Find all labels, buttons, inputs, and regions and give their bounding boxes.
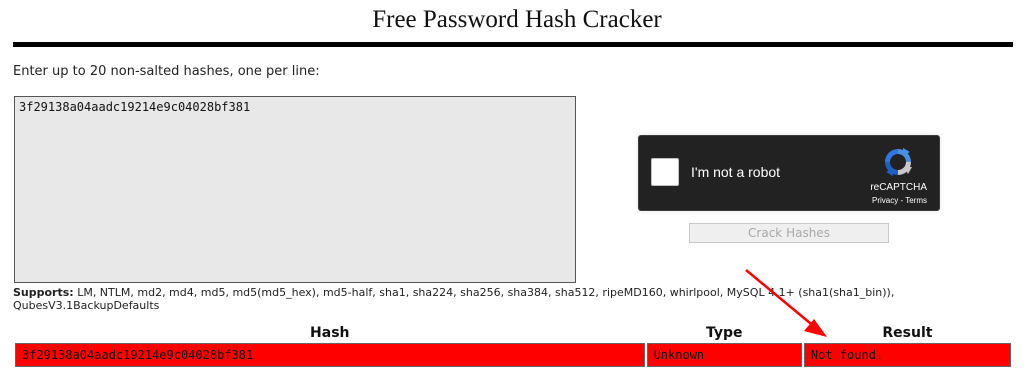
header-type: Type (705, 324, 743, 341)
hash-input-textarea[interactable]: 3f29138a04aadc19214e9c04028bf381 (14, 96, 576, 283)
recaptcha-terms-link[interactable]: Terms (905, 196, 927, 205)
supported-algorithms: Supports: LM, NTLM, md2, md4, md5, md5(m… (13, 286, 1013, 312)
recaptcha-links: Privacy - Terms (847, 196, 927, 205)
result-hash-cell: 3f29138a04aadc19214e9c04028bf381 (15, 343, 645, 367)
recaptcha-brand: reCAPTCHA (870, 182, 927, 193)
crack-hashes-button[interactable]: Crack Hashes (689, 223, 889, 243)
recaptcha-widget: I'm not a robot reCAPTCHA Privacy - Term… (638, 135, 940, 211)
result-type-cell: Unknown (646, 343, 802, 367)
recaptcha-logo-icon (885, 148, 912, 176)
header-result: Result (882, 324, 933, 341)
supports-list: LM, NTLM, md2, md4, md5, md5(md5_hex), m… (13, 286, 895, 312)
results-table: Hash Type Result 3f29138a04aadc19214e9c0… (13, 322, 1013, 369)
recaptcha-privacy-link[interactable]: Privacy (872, 196, 898, 205)
supports-label: Supports: (13, 286, 74, 299)
instructions-text: Enter up to 20 non-salted hashes, one pe… (13, 64, 320, 79)
recaptcha-checkbox[interactable] (651, 158, 679, 186)
title-divider (13, 42, 1013, 47)
table-row: 3f29138a04aadc19214e9c04028bf381 Unknown… (15, 343, 1011, 367)
results-header-row: Hash Type Result (15, 324, 1011, 341)
page-title: Free Password Hash Cracker (372, 6, 662, 33)
recaptcha-label: I'm not a robot (691, 164, 781, 180)
header-hash: Hash (310, 324, 350, 341)
result-status-cell: Not found. (803, 343, 1011, 367)
